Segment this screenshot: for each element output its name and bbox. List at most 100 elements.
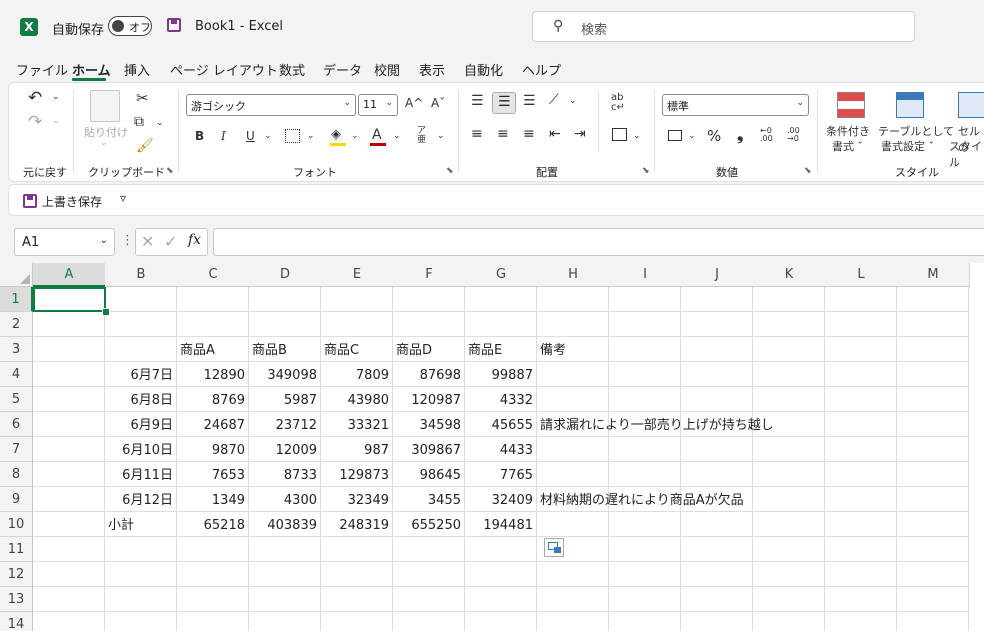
search-box[interactable]: ⚲ 検索 (532, 11, 915, 42)
cell-m12[interactable] (897, 562, 969, 587)
cell-h7[interactable] (537, 437, 609, 462)
cell-a3[interactable] (33, 337, 105, 362)
cell-d14[interactable] (249, 612, 321, 631)
cell-g14[interactable] (465, 612, 537, 631)
conditional-format-label-2[interactable]: 書式 ˇ (832, 138, 863, 154)
cell-b12[interactable] (105, 562, 177, 587)
cell-j11[interactable] (681, 537, 753, 562)
row-header-9[interactable]: 9 (0, 487, 33, 512)
decrease-indent-icon[interactable]: ⇤ (549, 126, 561, 142)
column-header-g[interactable]: G (465, 263, 538, 287)
cell-i5[interactable] (609, 387, 681, 412)
phonetic-guide-icon[interactable]: ア亜 (417, 127, 426, 145)
cell-i1[interactable] (609, 287, 681, 312)
cell-c12[interactable] (177, 562, 249, 587)
cell-j5[interactable] (681, 387, 753, 412)
cell-k2[interactable] (753, 312, 825, 337)
format-as-table-label-1[interactable]: テーブルとして (878, 123, 954, 139)
align-bottom-icon[interactable]: ☰ (523, 93, 536, 109)
cell-i3[interactable] (609, 337, 681, 362)
undo-icon[interactable]: ↶ (28, 88, 42, 108)
align-center-icon[interactable]: ≡ (497, 126, 509, 142)
cell-l11[interactable] (825, 537, 897, 562)
row-header-11[interactable]: 11 (0, 537, 33, 562)
cell-k3[interactable] (753, 337, 825, 362)
cell-g11[interactable] (465, 537, 537, 562)
underline-button[interactable]: U (246, 129, 255, 143)
cell-b3[interactable] (105, 337, 177, 362)
cell-f11[interactable] (393, 537, 465, 562)
borders-icon[interactable] (285, 129, 300, 143)
merge-center-icon[interactable] (612, 128, 627, 141)
save-icon[interactable] (167, 18, 181, 32)
cell-l6[interactable] (825, 412, 897, 437)
cell-f2[interactable] (393, 312, 465, 337)
cell-j10[interactable] (681, 512, 753, 537)
cell-e14[interactable] (321, 612, 393, 631)
format-as-table-icon[interactable] (896, 92, 924, 118)
customize-qat-icon[interactable]: ▿ (120, 191, 126, 205)
align-right-icon[interactable]: ≡ (523, 126, 535, 142)
cell-f12[interactable] (393, 562, 465, 587)
underline-dropdown-icon[interactable]: ⌄ (264, 131, 272, 141)
row-header-6[interactable]: 6 (0, 412, 33, 437)
cell-m13[interactable] (897, 587, 969, 612)
cell-k9[interactable] (753, 487, 825, 512)
wrap-text-icon[interactable]: ab c↵ (611, 93, 625, 113)
cell-m6[interactable] (897, 412, 969, 437)
cell-k1[interactable] (753, 287, 825, 312)
column-header-b[interactable]: B (105, 263, 178, 287)
cell-g2[interactable] (465, 312, 537, 337)
cell-j13[interactable] (681, 587, 753, 612)
cell-j1[interactable] (681, 287, 753, 312)
cell-i10[interactable] (609, 512, 681, 537)
column-header-j[interactable]: J (681, 263, 754, 287)
cell-d12[interactable] (249, 562, 321, 587)
cell-k14[interactable] (753, 612, 825, 631)
fill-handle[interactable] (102, 308, 110, 316)
cell-h5[interactable] (537, 387, 609, 412)
paste-icon[interactable] (90, 90, 120, 122)
autosave-toggle[interactable]: オフ (108, 16, 152, 36)
align-top-icon[interactable]: ☰ (471, 93, 484, 109)
cell-a5[interactable] (33, 387, 105, 412)
tab-help[interactable]: ヘルプ (522, 60, 561, 79)
format-as-table-label-2[interactable]: 書式設定 ˇ (881, 138, 934, 154)
cell-k10[interactable] (753, 512, 825, 537)
cell-m5[interactable] (897, 387, 969, 412)
cell-a7[interactable] (33, 437, 105, 462)
copy-icon[interactable]: ⧉ (134, 114, 144, 130)
cell-m1[interactable] (897, 287, 969, 312)
cell-j4[interactable] (681, 362, 753, 387)
cell-j8[interactable] (681, 462, 753, 487)
font-color-button[interactable]: A (372, 127, 382, 143)
cell-b2[interactable] (105, 312, 177, 337)
cell-c1[interactable] (177, 287, 249, 312)
tab-insert[interactable]: 挿入 (124, 60, 150, 79)
align-middle-button[interactable]: ☰ (492, 92, 516, 114)
fill-color-dropdown-icon[interactable]: ⌄ (351, 131, 359, 141)
column-header-d[interactable]: D (249, 263, 322, 287)
cell-e12[interactable] (321, 562, 393, 587)
cell-f14[interactable] (393, 612, 465, 631)
tab-automate[interactable]: 自動化 (464, 60, 503, 79)
align-left-icon[interactable]: ≡ (471, 126, 483, 142)
font-size-select[interactable]: 11 ⌄ (358, 94, 398, 116)
fill-color-icon[interactable]: ◈ (331, 127, 341, 142)
cell-l4[interactable] (825, 362, 897, 387)
tab-page-layout[interactable]: ページ レイアウト (170, 60, 278, 79)
cell-l5[interactable] (825, 387, 897, 412)
undo-dropdown-icon[interactable]: ⌄ (52, 92, 60, 102)
column-header-e[interactable]: E (321, 263, 394, 287)
cell-c11[interactable] (177, 537, 249, 562)
decrease-decimal-icon[interactable]: .00 →0 (787, 127, 800, 143)
alignment-launcher-icon[interactable]: ⬊ (642, 166, 650, 176)
cell-j12[interactable] (681, 562, 753, 587)
cell-h1[interactable] (537, 287, 609, 312)
cell-i8[interactable] (609, 462, 681, 487)
orientation-dropdown-icon[interactable]: ⌄ (569, 96, 577, 106)
cell-l13[interactable] (825, 587, 897, 612)
cell-b11[interactable] (105, 537, 177, 562)
tab-review[interactable]: 校閲 (374, 60, 400, 79)
format-painter-icon[interactable]: 🖌 (136, 138, 154, 154)
